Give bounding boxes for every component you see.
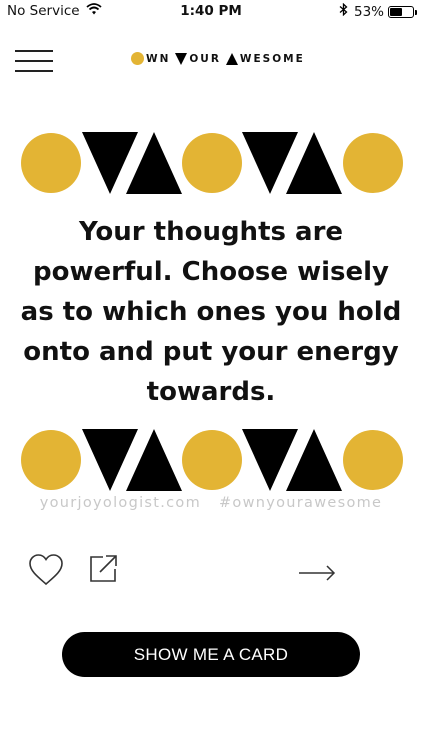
arrow-right-icon[interactable] [297, 561, 337, 585]
battery-icon [388, 5, 417, 18]
share-icon[interactable] [87, 553, 119, 585]
quote-text: Your thoughts are powerful. Choose wisel… [20, 217, 402, 407]
decorative-pattern-bottom [21, 425, 403, 495]
hamburger-menu-icon[interactable] [15, 48, 53, 74]
hashtag-label: #ownyourawesome [218, 495, 383, 511]
website-label: yourjoyologist.com [39, 495, 202, 511]
show-me-a-card-button[interactable]: SHOW ME A CARD [62, 632, 360, 677]
heart-icon[interactable] [28, 553, 64, 587]
card-footer: yourjoyologist.com #ownyourawesome [0, 495, 422, 511]
decorative-pattern-top [21, 128, 403, 198]
bluetooth-icon [339, 2, 348, 20]
status-bar: No Service 1:40 PM 53% [0, 0, 422, 22]
battery-percent: 53% [353, 3, 384, 20]
brand-logo: WN OUR WESOME [131, 52, 310, 65]
